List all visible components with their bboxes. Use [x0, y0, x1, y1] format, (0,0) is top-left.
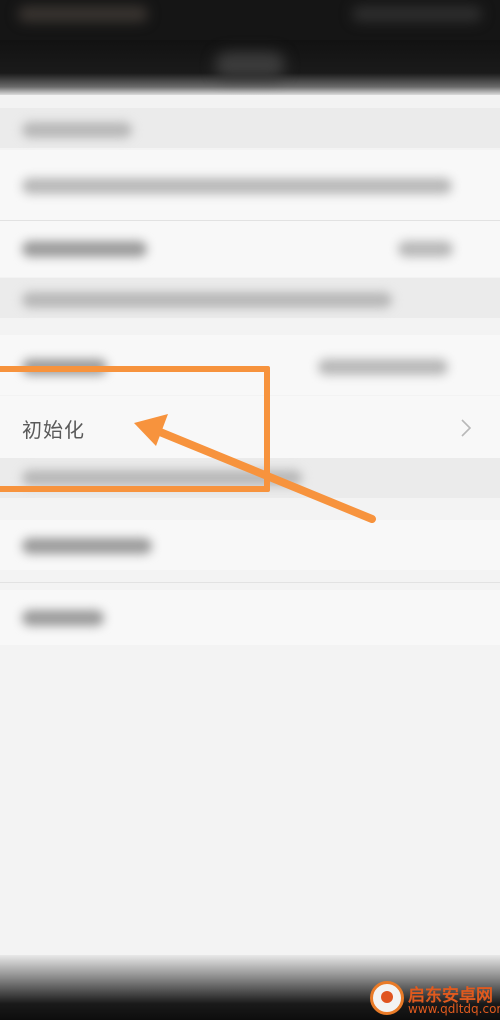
arrow-icon — [134, 414, 376, 523]
watermark-url: www.qdltdq.com — [408, 1002, 500, 1016]
watermark-logo-icon — [370, 981, 404, 1015]
site-watermark: 启东安卓网 www.qdltdq.com — [370, 975, 500, 1020]
